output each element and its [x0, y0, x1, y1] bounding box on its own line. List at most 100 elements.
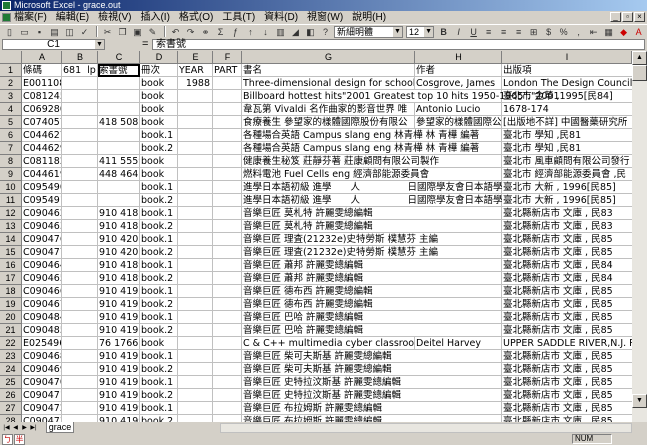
- cell-e1[interactable]: YEAR: [178, 64, 213, 77]
- cell-f16[interactable]: [213, 259, 242, 272]
- column-header-i[interactable]: I: [502, 51, 632, 64]
- cell-c5[interactable]: 418 5085: [98, 116, 140, 129]
- cell-g13[interactable]: 音樂巨匠 莫札特 許麗雯總編輯: [242, 220, 502, 233]
- cell-a24[interactable]: C090469: [22, 363, 62, 376]
- cell-a11[interactable]: C095491: [22, 194, 62, 207]
- workbook-icon[interactable]: [2, 13, 11, 22]
- row-header[interactable]: 14: [0, 233, 22, 246]
- menu-insert[interactable]: 插入(I): [140, 11, 169, 24]
- cell-b19[interactable]: [62, 298, 98, 311]
- row-header[interactable]: 9: [0, 168, 22, 181]
- cell-a25[interactable]: C090470: [22, 376, 62, 389]
- cell-e5[interactable]: [178, 116, 213, 129]
- close-button[interactable]: ×: [634, 12, 645, 22]
- cell-d23[interactable]: book.1: [140, 350, 178, 363]
- first-sheet-icon[interactable]: |◀: [2, 423, 11, 433]
- cell-d10[interactable]: book.1: [140, 181, 178, 194]
- fill-color-icon[interactable]: ◆: [617, 26, 630, 38]
- cell-e17[interactable]: [178, 272, 213, 285]
- cell-d25[interactable]: book.1: [140, 376, 178, 389]
- cell-i9[interactable]: 臺北市 經濟部能源委員會 ,民: [502, 168, 632, 181]
- zoom-icon[interactable]: ◧: [304, 26, 317, 38]
- row-header[interactable]: 8: [0, 155, 22, 168]
- cell-c4[interactable]: [98, 103, 140, 116]
- cell-d28[interactable]: book.2: [140, 415, 178, 422]
- cell-a15[interactable]: C090477: [22, 246, 62, 259]
- row-header[interactable]: 27: [0, 402, 22, 415]
- cell-g22[interactable]: C & C++ multimedia cyber classroom Harv: [242, 337, 415, 350]
- font-size-select[interactable]: 12 ▼: [405, 25, 435, 38]
- ime-width[interactable]: 半: [14, 434, 25, 445]
- bold-icon[interactable]: B: [437, 26, 450, 38]
- cell-b10[interactable]: [62, 181, 98, 194]
- cell-g2[interactable]: Three-dimensional design for schools by …: [242, 77, 415, 90]
- cell-i15[interactable]: 臺北縣新店市 文庫 , 民85: [502, 246, 632, 259]
- cell-c24[interactable]: 910 4195: [98, 363, 140, 376]
- cell-i16[interactable]: 臺北縣新店市 文庫 , 民84: [502, 259, 632, 272]
- percent-icon[interactable]: %: [557, 26, 570, 38]
- menu-window[interactable]: 視窗(W): [307, 11, 343, 24]
- cell-a14[interactable]: C090476: [22, 233, 62, 246]
- cell-e24[interactable]: [178, 363, 213, 376]
- restore-button[interactable]: ▫: [622, 12, 633, 22]
- cell-f10[interactable]: [213, 181, 242, 194]
- cell-h5[interactable]: 參望家的樣體國際公: [415, 116, 502, 129]
- cell-h2[interactable]: Cosgrove, James: [415, 77, 502, 90]
- cell-a17[interactable]: C090465: [22, 272, 62, 285]
- cell-a10[interactable]: C095490: [22, 181, 62, 194]
- horizontal-scrollbar[interactable]: [220, 423, 632, 433]
- cell-i5[interactable]: [出版地不詳] 中國醫藥研究所: [502, 116, 632, 129]
- underline-icon[interactable]: U: [467, 26, 480, 38]
- cell-a22[interactable]: E025496: [22, 337, 62, 350]
- menu-edit[interactable]: 編輯(E): [56, 11, 89, 24]
- cell-c27[interactable]: 910 4199: [98, 402, 140, 415]
- cell-h22[interactable]: Deitel Harvey: [415, 337, 502, 350]
- cell-b6[interactable]: [62, 129, 98, 142]
- cell-g26[interactable]: 音樂巨匠 史特拉汶斯基 許麗雯總編輯: [242, 389, 502, 402]
- menu-view[interactable]: 檢視(V): [98, 11, 131, 24]
- row-header[interactable]: 24: [0, 363, 22, 376]
- cell-g27[interactable]: 音樂巨匠 布拉姆斯 許麗雯總編輯: [242, 402, 502, 415]
- cell-g7[interactable]: 各種場合英語 Campus slang eng 林青樺 林 青樺 編著: [242, 142, 502, 155]
- chevron-down-icon[interactable]: ▼: [392, 26, 402, 37]
- cell-a2[interactable]: E001108: [22, 77, 62, 90]
- cell-e2[interactable]: 1988: [178, 77, 213, 90]
- help-icon[interactable]: ?: [319, 26, 332, 38]
- cell-b3[interactable]: [62, 90, 98, 103]
- spelling-icon[interactable]: ✓: [78, 26, 91, 38]
- format-painter-icon[interactable]: ✎: [146, 26, 159, 38]
- cell-e26[interactable]: [178, 389, 213, 402]
- cell-g19[interactable]: 音樂巨匠 德布西 許麗雯總編輯: [242, 298, 502, 311]
- cell-b20[interactable]: [62, 311, 98, 324]
- currency-icon[interactable]: $: [542, 26, 555, 38]
- comma-icon[interactable]: ,: [572, 26, 585, 38]
- cell-a1[interactable]: 條碼: [22, 64, 62, 77]
- sheet-tab-grace[interactable]: grace: [46, 422, 74, 433]
- cell-e27[interactable]: [178, 402, 213, 415]
- cut-icon[interactable]: ✂: [101, 26, 114, 38]
- cell-d16[interactable]: book.1: [140, 259, 178, 272]
- cell-e6[interactable]: [178, 129, 213, 142]
- row-header[interactable]: 28: [0, 415, 22, 422]
- cell-f13[interactable]: [213, 220, 242, 233]
- menu-data[interactable]: 資料(D): [264, 11, 298, 24]
- italic-icon[interactable]: I: [452, 26, 465, 38]
- cell-i4[interactable]: 1678-174: [502, 103, 632, 116]
- cell-f9[interactable]: [213, 168, 242, 181]
- cell-b23[interactable]: [62, 350, 98, 363]
- cell-d17[interactable]: book.2: [140, 272, 178, 285]
- cell-g1[interactable]: 書名: [242, 64, 415, 77]
- new-icon[interactable]: ▯: [3, 26, 16, 38]
- cell-b5[interactable]: [62, 116, 98, 129]
- cell-g10[interactable]: 進學日本語初級 進學 人 日國際學友會日本語學: [242, 181, 503, 194]
- cell-a6[interactable]: C044627: [22, 129, 62, 142]
- cell-f27[interactable]: [213, 402, 242, 415]
- cell-i11[interactable]: 臺北市 大新 , 1996[民85]: [502, 194, 632, 207]
- cell-e20[interactable]: [178, 311, 213, 324]
- row-header[interactable]: 5: [0, 116, 22, 129]
- cell-f20[interactable]: [213, 311, 242, 324]
- scroll-up-icon[interactable]: ▲: [632, 51, 647, 65]
- cell-c9[interactable]: 448 4645: [98, 168, 140, 181]
- cell-i7[interactable]: 臺北市 學知 ,民81: [502, 142, 632, 155]
- cell-b28[interactable]: [62, 415, 98, 422]
